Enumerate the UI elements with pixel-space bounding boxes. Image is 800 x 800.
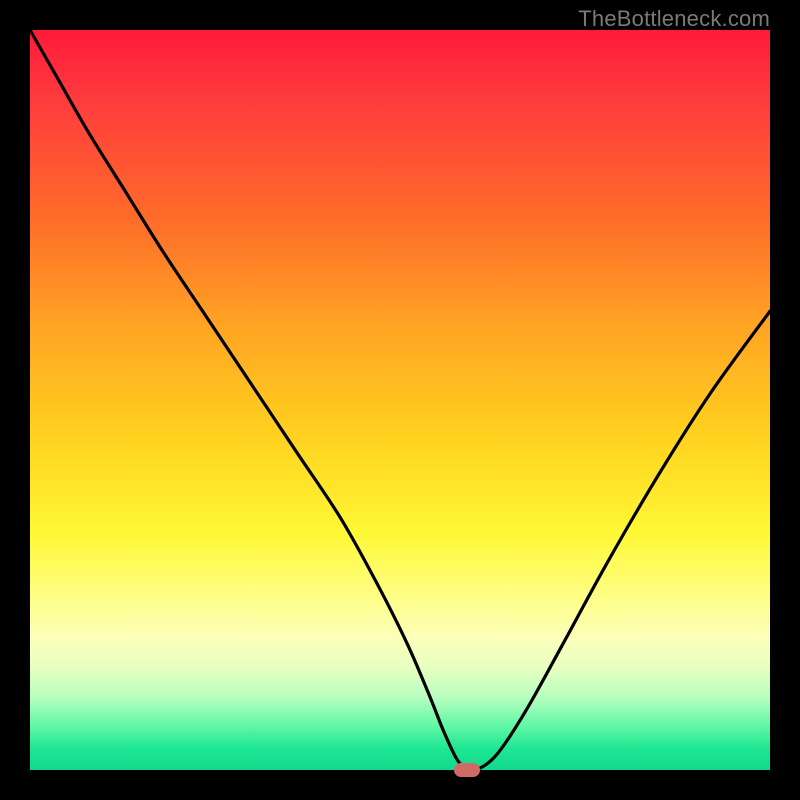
watermark-text: TheBottleneck.com: [578, 6, 770, 32]
curve-svg: [30, 30, 770, 770]
bottleneck-curve-path: [30, 30, 770, 770]
min-marker: [454, 763, 480, 777]
plot-area: [30, 30, 770, 770]
chart-stage: TheBottleneck.com: [0, 0, 800, 800]
